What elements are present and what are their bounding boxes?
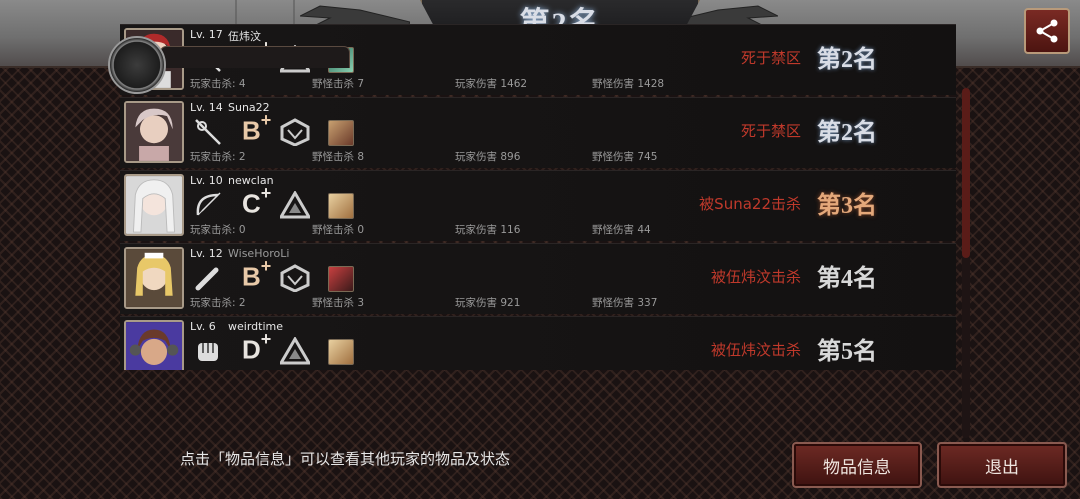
player-rank: 第5名 [817,339,877,365]
share-icon [1036,19,1058,43]
monster-damage: 野怪伤害 1428 [592,78,665,90]
monster-kills: 野怪击杀 7 [312,78,365,90]
player-grade: B+ [242,110,272,146]
player-level: Lv. 14 [190,101,223,114]
player-avatar[interactable] [124,320,184,370]
triangle-gear-icon [280,191,310,219]
player-name: WiseHoroLi [228,247,290,260]
player-row[interactable]: Lv. 14 Suna22 B+ 玩家击杀: 2 野怪击杀 8 玩家伤害 896… [120,97,956,168]
player-damage: 玩家伤害 921 [455,297,521,309]
player-fate: 被伍炜汶击杀 [710,341,801,359]
player-grade: B+ [242,256,272,292]
list-scrollbar[interactable] [962,88,970,438]
emblem-tab [160,46,350,68]
player-fate: 被伍炜汶击杀 [710,268,801,286]
item-info-button[interactable]: 物品信息 [792,442,922,488]
player-row[interactable]: Lv. 6 weirdtime D+ 被伍炜汶击杀 第5名 [120,316,956,370]
player-rank: 第4名 [817,266,877,292]
player-avatar[interactable] [124,174,184,236]
player-grade: D+ [242,329,272,365]
player-row[interactable]: Lv. 10 newclan C+ 玩家击杀: 0 野怪击杀 0 玩家伤害 11… [120,170,956,241]
clan-emblem-icon [108,36,166,94]
share-button[interactable] [1024,8,1070,54]
player-fate: 死于禁区 [740,49,801,67]
player-kills: 玩家击杀: 2 [190,297,246,309]
player-rank: 第2名 [817,47,877,73]
monster-damage: 野怪伤害 337 [592,297,658,309]
footer-hint: 点击「物品信息」可以查看其他玩家的物品及状态 [180,450,511,468]
player-level: Lv. 12 [190,247,223,260]
hex-gear-icon [280,264,310,292]
player-fate: 被Suna22击杀 [699,195,801,213]
hex-gear-icon [280,118,310,146]
scroll-item-icon[interactable] [328,193,354,219]
player-damage: 玩家伤害 1462 [455,78,528,90]
player-damage: 玩家伤害 896 [455,151,521,163]
player-avatar[interactable] [124,101,184,163]
player-level: Lv. 17 [190,28,223,41]
player-fate: 死于禁区 [740,122,801,140]
fist-icon [198,343,218,361]
monster-kills: 野怪击杀 3 [312,297,365,309]
player-grade: C+ [242,183,272,219]
figure-item-icon[interactable] [328,120,354,146]
exit-button[interactable]: 退出 [937,442,1067,488]
player-kills: 玩家击杀: 4 [190,78,246,90]
bow-icon [196,192,221,216]
player-list[interactable]: Lv. 17 伍炜汶 A+ 玩家击杀: 4 野怪击杀 7 玩家伤害 1462 野… [120,24,956,370]
player-name: weirdtime [228,320,283,333]
triangle-gear-icon [280,337,310,365]
scroll-thumb[interactable] [962,88,970,258]
player-level: Lv. 10 [190,174,223,187]
mask-item-icon[interactable] [328,266,354,292]
player-rank: 第2名 [817,120,877,146]
bat-icon [195,267,219,291]
player-rank: 第3名 [817,193,877,219]
monster-kills: 野怪击杀 8 [312,151,365,163]
player-level: Lv. 6 [190,320,216,333]
monster-kills: 野怪击杀 0 [312,224,365,236]
monster-damage: 野怪伤害 44 [592,224,651,236]
player-kills: 玩家击杀: 2 [190,151,246,163]
player-damage: 玩家伤害 116 [455,224,521,236]
player-avatar[interactable] [124,247,184,309]
rapier-icon [195,119,221,145]
player-kills: 玩家击杀: 0 [190,224,246,236]
scroll-item-icon[interactable] [328,339,354,365]
player-row[interactable]: Lv. 12 WiseHoroLi B+ 玩家击杀: 2 野怪击杀 3 玩家伤害… [120,243,956,314]
monster-damage: 野怪伤害 745 [592,151,658,163]
